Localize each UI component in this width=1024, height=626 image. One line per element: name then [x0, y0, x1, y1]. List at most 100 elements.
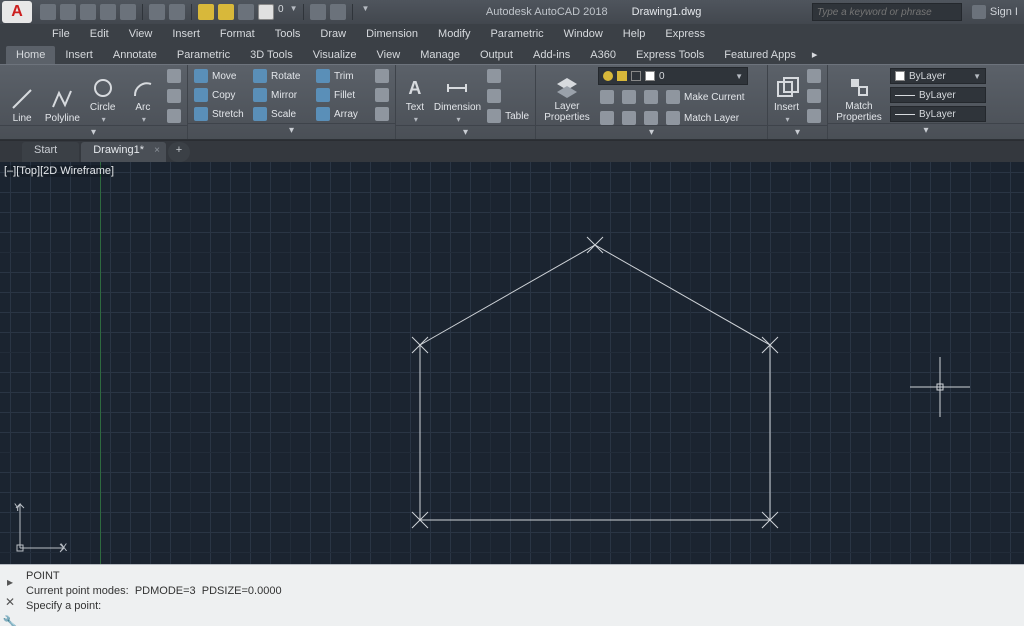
tab-add[interactable]: +	[168, 142, 190, 162]
save-icon[interactable]	[80, 4, 96, 20]
menu-format[interactable]: Format	[210, 26, 265, 42]
panel-layers-expand[interactable]: ▾	[536, 125, 767, 139]
plot-icon[interactable]	[120, 4, 136, 20]
make-current-button[interactable]: Make Current	[664, 88, 747, 106]
tab-addins[interactable]: Add-ins	[523, 46, 580, 64]
application-menu-button[interactable]: A	[2, 1, 32, 23]
tab-overflow[interactable]: ▸	[806, 45, 824, 64]
panel-modify-expand[interactable]: ▾	[188, 123, 395, 137]
text-button[interactable]: A Text▾	[400, 68, 430, 124]
stretch-button[interactable]: Stretch	[192, 105, 247, 123]
circle-button[interactable]: Circle▾	[85, 68, 121, 124]
scale-button[interactable]: Scale	[251, 105, 310, 123]
tab-a360[interactable]: A360	[580, 46, 626, 64]
menu-tools[interactable]: Tools	[265, 26, 311, 42]
search-input[interactable]	[812, 3, 962, 21]
trim-button[interactable]: Trim	[314, 67, 369, 85]
command-line[interactable]: ▸ ✕ 🔧 POINT Current point modes: PDMODE=…	[0, 564, 1024, 626]
tab-view[interactable]: View	[367, 46, 411, 64]
tab-expresstools[interactable]: Express Tools	[626, 46, 714, 64]
open-icon[interactable]	[60, 4, 76, 20]
layer-tool1[interactable]	[598, 88, 616, 106]
tab-insert[interactable]: Insert	[55, 46, 103, 64]
menu-view[interactable]: View	[119, 26, 163, 42]
bulb-icon[interactable]	[198, 4, 214, 20]
panel-draw-expand[interactable]: ▾	[0, 125, 187, 139]
tab-annotate[interactable]: Annotate	[103, 46, 167, 64]
recent-commands-icon[interactable]: ▸	[7, 575, 13, 589]
qat-layer-dropdown-icon[interactable]: ▼	[290, 4, 298, 20]
array-button[interactable]: Array	[314, 105, 369, 123]
menu-draw[interactable]: Draw	[310, 26, 356, 42]
polyline-button[interactable]: Polyline	[44, 68, 80, 124]
fillet-button[interactable]: Fillet	[314, 86, 369, 104]
undo-icon[interactable]	[149, 4, 165, 20]
lineweight-selector[interactable]: ByLayer	[890, 87, 986, 103]
arc-button[interactable]: Arc▾	[125, 68, 161, 124]
layer-tool2[interactable]	[620, 88, 638, 106]
tab-visualize[interactable]: Visualize	[303, 46, 367, 64]
modify-extra2[interactable]	[373, 86, 391, 104]
tab-start[interactable]: Start	[22, 142, 79, 162]
menu-insert[interactable]: Insert	[162, 26, 210, 42]
leader-button[interactable]	[485, 67, 531, 85]
panel-annotation-expand[interactable]: ▾	[396, 125, 535, 139]
menu-dimension[interactable]: Dimension	[356, 26, 428, 42]
line-button[interactable]: Line	[4, 68, 40, 124]
misc-icon-1[interactable]	[310, 4, 326, 20]
layer-selector[interactable]: 0 ▼	[598, 67, 748, 85]
panel-props-expand[interactable]: ▾	[828, 123, 1024, 137]
close-icon[interactable]: ×	[154, 145, 160, 156]
hatch-button[interactable]	[165, 107, 183, 125]
tab-featuredapps[interactable]: Featured Apps	[714, 46, 806, 64]
command-close-icon[interactable]: ✕	[5, 595, 15, 609]
saveas-icon[interactable]	[100, 4, 116, 20]
menu-modify[interactable]: Modify	[428, 26, 480, 42]
menu-express[interactable]: Express	[655, 26, 715, 42]
tab-3dtools[interactable]: 3D Tools	[240, 46, 303, 64]
table-button[interactable]: Table	[485, 107, 531, 125]
dimension-button[interactable]: Dimension▾	[434, 68, 481, 124]
tab-parametric[interactable]: Parametric	[167, 46, 240, 64]
menu-edit[interactable]: Edit	[80, 26, 119, 42]
menu-file[interactable]: File	[42, 26, 80, 42]
block-tool2[interactable]	[805, 87, 823, 105]
block-tool3[interactable]	[805, 107, 823, 125]
spline-button[interactable]	[165, 67, 183, 85]
linetype-selector[interactable]: ByLayer	[890, 106, 986, 122]
lock-icon[interactable]	[238, 4, 254, 20]
new-icon[interactable]	[40, 4, 56, 20]
block-tool1[interactable]	[805, 67, 823, 85]
ucs-icon[interactable]: Y X	[12, 496, 72, 556]
modify-extra3[interactable]	[373, 105, 391, 123]
tab-output[interactable]: Output	[470, 46, 523, 64]
move-button[interactable]: Move	[192, 67, 247, 85]
drawing-area[interactable]: [–][Top][2D Wireframe] Y X	[0, 162, 1024, 564]
menu-window[interactable]: Window	[554, 26, 613, 42]
panel-block-expand[interactable]: ▾	[768, 125, 827, 139]
tab-home[interactable]: Home	[6, 46, 55, 64]
tab-manage[interactable]: Manage	[410, 46, 470, 64]
mleader-button[interactable]	[485, 87, 531, 105]
color-selector[interactable]: ByLayer▼	[890, 68, 986, 84]
sun-icon[interactable]	[218, 4, 234, 20]
match-properties-button[interactable]: Match Properties	[832, 67, 886, 123]
sign-in-button[interactable]: Sign I	[972, 5, 1018, 19]
redo-icon[interactable]	[169, 4, 185, 20]
modify-extra1[interactable]	[373, 67, 391, 85]
menu-parametric[interactable]: Parametric	[480, 26, 553, 42]
insert-block-button[interactable]: Insert▾	[772, 68, 801, 124]
misc-icon-2[interactable]	[330, 4, 346, 20]
layer-properties-button[interactable]: Layer Properties	[540, 67, 594, 123]
copy-button[interactable]: Copy	[192, 86, 247, 104]
mirror-button[interactable]: Mirror	[251, 86, 310, 104]
layer-tool3[interactable]	[642, 88, 660, 106]
ellipse-button[interactable]	[165, 87, 183, 105]
menu-help[interactable]: Help	[613, 26, 656, 42]
command-settings-icon[interactable]: 🔧	[3, 615, 18, 626]
qat-overflow-icon[interactable]: ▼	[361, 4, 369, 20]
layer-swatch-icon[interactable]	[258, 4, 274, 20]
rotate-button[interactable]: Rotate	[251, 67, 310, 85]
tab-drawing1[interactable]: Drawing1*×	[81, 142, 166, 162]
window-title: Autodesk AutoCAD 2018 Drawing1.dwg	[375, 6, 811, 18]
